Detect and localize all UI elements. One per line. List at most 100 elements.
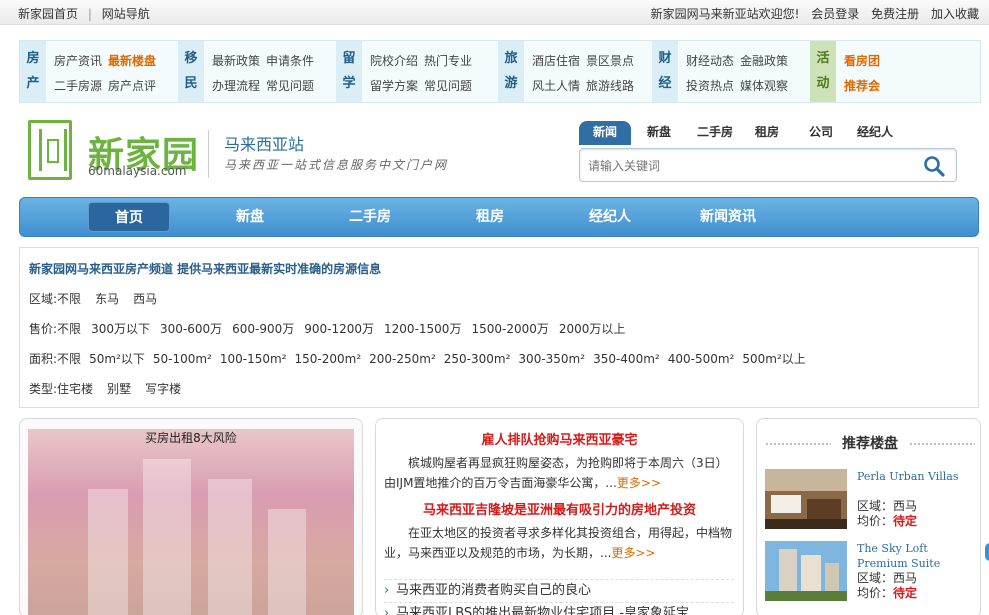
filter-option[interactable]: 350-400m² [593, 352, 660, 366]
category-link[interactable]: 风土人情 [532, 74, 580, 99]
nav-new-property[interactable]: 新盘 [210, 202, 290, 232]
login-link[interactable]: 会员登录 [811, 7, 859, 21]
filter-option[interactable]: 别墅 [107, 382, 131, 396]
news-list-item[interactable]: 马来西亚LBS的推出最新物业住宅项目 -皇家象延宝 [384, 602, 734, 615]
filter-option[interactable]: 400-500m² [668, 352, 735, 366]
welcome-text: 新家园网马来新亚站欢迎您! [650, 7, 800, 21]
filter-option[interactable]: 写字楼 [145, 382, 181, 396]
category-link[interactable]: 留学方案 [370, 74, 418, 99]
category-link[interactable]: 办理流程 [212, 74, 260, 99]
nav-agent[interactable]: 经纪人 [562, 202, 658, 232]
news-summary: 槟城购屋者再显疯狂购屋姿态，为抢购即将于本周六（3日）由IJM置地推介的百万令吉… [384, 453, 734, 493]
category-link[interactable]: 房产资讯 [54, 49, 102, 74]
recommend-item[interactable]: The Sky Loft Premium Suite 区域：西马 均价：待定 [765, 541, 975, 601]
property-name[interactable]: The Sky Loft Premium Suite [857, 541, 975, 571]
search-tab-new-property[interactable]: 新盘 [637, 121, 681, 145]
filter-headline: 新家园网马来西亚房产频道 提供马来西亚最新实时准确的房源信息 [29, 262, 382, 276]
news-summary-text: 在亚太地区的投资者寻求多样化其投资组合，用得起，中档物业，马来西亚以及规范的市场… [384, 526, 733, 560]
category-immigration: 移民 最新政策 申请条件 办理流程 常见问题 [178, 41, 336, 102]
nav-rent[interactable]: 租房 [450, 202, 530, 232]
category-link[interactable]: 常见问题 [266, 74, 314, 99]
category-link[interactable]: 常见问题 [424, 74, 472, 99]
category-link[interactable]: 财经动态 [686, 49, 734, 74]
search-icon[interactable] [922, 154, 946, 178]
more-link[interactable]: 更多>> [611, 546, 655, 560]
category-link[interactable]: 热门专业 [424, 49, 472, 74]
news-headline[interactable]: 马来西亚吉隆坡是亚洲最有吸引力的房地产投资 [376, 499, 743, 518]
search-input[interactable] [588, 155, 908, 177]
search-tab-news[interactable]: 新闻 [579, 121, 631, 145]
category-link[interactable]: 旅游线路 [586, 74, 634, 99]
site-nav-link[interactable]: 网站导航 [102, 7, 150, 21]
filter-label: 区域: [29, 292, 58, 306]
category-link[interactable]: 看房团 [844, 49, 880, 74]
more-link[interactable]: 更多>> [617, 476, 661, 490]
filter-option[interactable]: 不限 [57, 292, 81, 306]
filter-option[interactable]: 300-600万 [160, 322, 222, 336]
filter-option[interactable]: 300万以下 [91, 322, 150, 336]
category-link-hot[interactable]: 最新楼盘 [108, 49, 156, 74]
filter-option[interactable]: 1200-1500万 [384, 322, 461, 336]
filter-option[interactable]: 200-250m² [369, 352, 436, 366]
filter-option[interactable]: 50-100m² [153, 352, 212, 366]
nav-resale[interactable]: 二手房 [330, 202, 410, 232]
register-link[interactable]: 免费注册 [871, 7, 919, 21]
filter-option[interactable]: 600-900万 [232, 322, 294, 336]
side-scroll-handle[interactable] [985, 543, 989, 561]
filter-option[interactable]: 50m²以下 [89, 352, 145, 366]
filter-option[interactable]: 500m²以上 [742, 352, 805, 366]
category-tag: 留学 [336, 41, 362, 102]
filter-option[interactable]: 250-300m² [444, 352, 511, 366]
search-tab-resale[interactable]: 二手房 [687, 121, 743, 145]
category-link[interactable]: 酒店住宿 [532, 49, 580, 74]
property-price: 均价：待定 [857, 586, 918, 600]
top-bar: 新家园首页 | 网站导航 新家园网马来新亚站欢迎您! 会员登录 免费注册 加入收… [0, 0, 989, 25]
recommend-item[interactable]: Perla Urban Villas 区域：西马 均价：待定 [765, 469, 975, 529]
property-thumbnail[interactable] [765, 541, 847, 601]
category-link[interactable]: 媒体观察 [740, 74, 788, 99]
site-name: 马来西亚站 [224, 135, 305, 154]
category-bar: 房产 房产资讯 最新楼盘 二手房源 房产点评 移民 最新政策 申请条件 办理流程 常见问… [19, 40, 981, 103]
filter-option[interactable]: 西马 [133, 292, 157, 306]
filter-row-price: 售价:不限 300万以下 300-600万 600-900万 900-1200万 1200… [29, 320, 635, 337]
search-box [579, 148, 957, 182]
search-tab-rent[interactable]: 租房 [747, 121, 787, 145]
category-link[interactable]: 推荐会 [844, 74, 880, 99]
search-tab-company[interactable]: 公司 [801, 121, 841, 145]
news-headline[interactable]: 雇人排队抢购马来西亚豪宅 [376, 429, 743, 448]
logo-icon[interactable] [28, 120, 72, 180]
filter-option[interactable]: 不限 [57, 352, 81, 366]
property-name[interactable]: Perla Urban Villas [857, 469, 975, 484]
news-list: 马来西亚的消费者购买自己的良心 马来西亚LBS的推出最新物业住宅项目 -皇家象延… [384, 579, 734, 615]
recommend-header: 推荐楼盘 [765, 433, 975, 453]
filter-option[interactable]: 东马 [95, 292, 119, 306]
feature-image[interactable] [28, 429, 354, 615]
nav-home[interactable]: 首页 [88, 202, 170, 232]
nav-news[interactable]: 新闻资讯 [684, 202, 772, 232]
filter-option[interactable]: 900-1200万 [304, 322, 374, 336]
category-link[interactable]: 最新政策 [212, 49, 260, 74]
filter-option[interactable]: 150-200m² [295, 352, 362, 366]
category-link[interactable]: 投资热点 [686, 74, 734, 99]
news-list-item[interactable]: 马来西亚的消费者购买自己的良心 [384, 579, 734, 602]
category-link[interactable]: 房产点评 [108, 74, 156, 99]
favorite-link[interactable]: 加入收藏 [931, 7, 979, 21]
filter-option[interactable]: 住宅楼 [57, 382, 93, 396]
filter-option[interactable]: 100-150m² [220, 352, 287, 366]
category-link[interactable]: 申请条件 [266, 49, 314, 74]
category-link[interactable]: 金融政策 [740, 49, 788, 74]
filter-option[interactable]: 2000万以上 [559, 322, 626, 336]
property-thumbnail[interactable] [765, 469, 847, 529]
category-link[interactable]: 二手房源 [54, 74, 102, 99]
filter-option[interactable]: 不限 [57, 322, 81, 336]
search-tab-agent[interactable]: 经纪人 [851, 121, 899, 145]
home-link[interactable]: 新家园首页 [18, 7, 78, 21]
feature-image-caption[interactable]: 买房出租8大风险 [20, 429, 362, 446]
main-nav: 首页 新盘 二手房 租房 经纪人 新闻资讯 [19, 197, 979, 237]
filter-option[interactable]: 1500-2000万 [471, 322, 548, 336]
dots-divider [909, 442, 975, 446]
category-link[interactable]: 院校介绍 [370, 49, 418, 74]
filter-option[interactable]: 300-350m² [518, 352, 585, 366]
category-study: 留学 院校介绍 热门专业 留学方案 常见问题 [336, 41, 498, 102]
category-link[interactable]: 景区景点 [586, 49, 634, 74]
